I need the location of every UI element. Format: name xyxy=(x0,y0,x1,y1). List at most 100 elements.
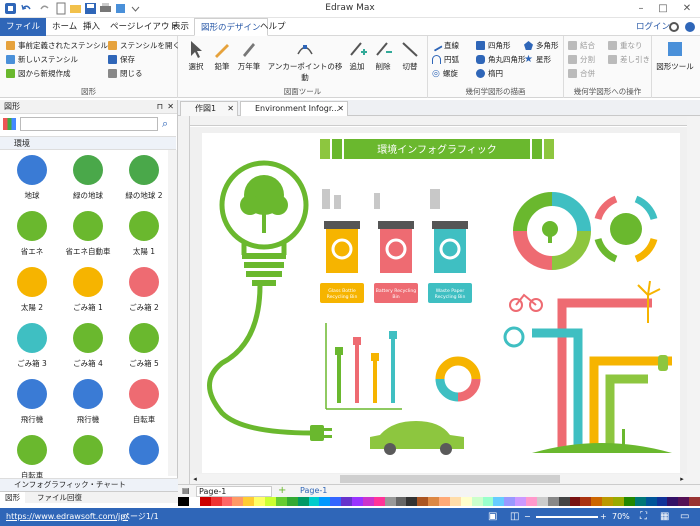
canvas-horizontal-scrollbar[interactable]: ◂ ▸ xyxy=(190,474,687,484)
palette-swatch[interactable] xyxy=(504,497,516,506)
scroll-thumb[interactable] xyxy=(340,475,560,483)
palette-swatch[interactable] xyxy=(384,497,396,506)
palette-swatch[interactable] xyxy=(243,497,255,506)
palette-swatch[interactable] xyxy=(352,497,363,506)
palette-swatch[interactable] xyxy=(558,497,570,506)
page-tab-1[interactable]: Page-1 xyxy=(300,486,327,495)
shape-item[interactable]: 太陽 1 xyxy=(116,208,172,264)
shape-item[interactable]: 自転車 xyxy=(116,376,172,432)
palette-swatch[interactable] xyxy=(362,497,374,506)
palette-swatch[interactable] xyxy=(373,497,385,506)
palette-swatch[interactable] xyxy=(319,497,331,506)
polygon-button[interactable]: 多角形 xyxy=(524,40,559,51)
palette-swatch[interactable] xyxy=(569,497,581,506)
line-button[interactable]: 直線 xyxy=(430,39,459,52)
palette-swatch[interactable] xyxy=(471,497,483,506)
move-anchor-button[interactable]: アンカーポイントの移動 xyxy=(266,39,344,83)
shape-tools-button[interactable]: 図形ツール xyxy=(654,39,696,72)
shape-item[interactable]: 飛行機 xyxy=(60,376,116,432)
spiral-button[interactable]: ◎ 螺旋 xyxy=(432,68,458,79)
canvas-vertical-scrollbar[interactable] xyxy=(687,116,700,484)
combine-button[interactable]: 合併 xyxy=(568,68,595,79)
close-button[interactable]: ✕ xyxy=(676,1,698,17)
palette-swatch[interactable] xyxy=(634,497,646,506)
tab-help[interactable]: ヘルプ xyxy=(254,18,292,36)
ellipse-button[interactable]: 楕円 xyxy=(476,68,503,79)
palette-swatch[interactable] xyxy=(199,497,211,506)
palette-swatch[interactable] xyxy=(482,497,494,506)
palette-swatch[interactable] xyxy=(602,497,613,506)
shape-item[interactable]: 省エネ xyxy=(4,208,60,264)
palette-swatch[interactable] xyxy=(623,497,635,506)
palette-swatch[interactable] xyxy=(210,497,222,506)
category-infographic-chart[interactable]: インフォグラフィック・チャート xyxy=(0,478,178,491)
subtract-button[interactable]: 差し引き xyxy=(608,54,650,65)
palette-swatch[interactable] xyxy=(254,497,265,506)
palette-swatch[interactable] xyxy=(417,497,429,506)
palette-swatch[interactable] xyxy=(613,497,624,506)
view-mode-icon[interactable]: ▦ xyxy=(660,508,669,526)
toggle-anchor-button[interactable]: 切替 xyxy=(396,39,424,72)
library-menu-icon[interactable] xyxy=(3,118,16,130)
shape-item[interactable]: 太陽 2 xyxy=(4,264,60,320)
palette-swatch[interactable] xyxy=(689,497,700,506)
tab-close-icon[interactable]: ✕ xyxy=(337,102,344,116)
website-link[interactable]: https://www.edrawsoft.com/jp/ xyxy=(6,508,128,526)
category-environment[interactable]: 環境 xyxy=(0,136,176,150)
color-palette[interactable] xyxy=(178,497,700,506)
rectangle-button[interactable]: 四角形 xyxy=(476,40,511,51)
palette-swatch[interactable] xyxy=(536,497,548,506)
tab-file[interactable]: ファイル xyxy=(0,18,46,36)
scroll-right-icon[interactable]: ▸ xyxy=(677,474,687,484)
palette-swatch[interactable] xyxy=(526,497,537,506)
palette-swatch[interactable] xyxy=(580,497,592,506)
palette-swatch[interactable] xyxy=(330,497,342,506)
select-tool-button[interactable]: 選択 xyxy=(182,39,210,72)
help-icon[interactable] xyxy=(684,21,696,33)
zoom-out-icon[interactable]: − xyxy=(524,508,531,526)
page-select[interactable]: Page-1 xyxy=(196,486,272,497)
drawing-canvas[interactable]: 環境インフォグラフィック Glass Bottle Recycling Bin Ba… xyxy=(190,127,687,483)
panel-scrollbar[interactable] xyxy=(168,150,177,476)
delete-anchor-button[interactable]: 削除 xyxy=(370,39,396,72)
open-stencil-button[interactable]: ステンシルを開く xyxy=(108,40,180,51)
palette-swatch[interactable] xyxy=(406,497,418,506)
palette-swatch[interactable] xyxy=(515,497,526,506)
settings-icon[interactable] xyxy=(668,21,680,33)
palette-swatch[interactable] xyxy=(547,497,559,506)
shape-item[interactable]: ごみ箱 1 xyxy=(60,264,116,320)
tab-shapes[interactable]: 図形 xyxy=(0,492,25,504)
zoom-slider[interactable] xyxy=(536,516,598,518)
shape-item[interactable]: 地球 xyxy=(4,152,60,208)
palette-swatch[interactable] xyxy=(232,497,244,506)
palette-swatch[interactable] xyxy=(645,497,657,506)
palette-swatch[interactable] xyxy=(460,497,472,506)
zoom-in-icon[interactable]: + xyxy=(600,508,607,526)
palette-swatch[interactable] xyxy=(678,497,690,506)
close-stencil-button[interactable]: 閉じる xyxy=(108,68,143,79)
palette-swatch[interactable] xyxy=(395,497,407,506)
shape-item[interactable]: 省エネ自動車 xyxy=(60,208,116,264)
palette-swatch[interactable] xyxy=(591,497,603,506)
predefined-stencil-button[interactable]: 事前定義されたステンシル xyxy=(6,40,108,51)
doc-tab-environment[interactable]: Environment Infogr... ✕ xyxy=(240,101,348,116)
tab-view[interactable]: 表示 xyxy=(166,18,195,36)
new-stencil-button[interactable]: 新しいステンシル xyxy=(6,54,78,65)
palette-swatch[interactable] xyxy=(341,497,352,506)
palette-swatch[interactable] xyxy=(656,497,668,506)
shape-item[interactable]: 緑の地球 2 xyxy=(116,152,172,208)
palette-swatch[interactable] xyxy=(265,497,276,506)
fit-width-icon[interactable]: ◫ xyxy=(510,508,519,526)
tab-file-recovery[interactable]: ファイル回復 xyxy=(32,492,87,504)
palette-swatch[interactable] xyxy=(428,497,439,506)
palette-swatch[interactable] xyxy=(449,497,461,506)
shape-item[interactable]: ごみ箱 3 xyxy=(4,320,60,376)
palette-swatch[interactable] xyxy=(308,497,320,506)
palette-swatch[interactable] xyxy=(493,497,505,506)
doc-tab-drawing1[interactable]: 作図1 ✕ xyxy=(180,101,238,116)
save-stencil-button[interactable]: 保存 xyxy=(108,54,135,65)
maximize-button[interactable]: □ xyxy=(652,1,674,17)
palette-swatch[interactable] xyxy=(275,497,287,506)
shape-item[interactable]: ごみ箱 4 xyxy=(60,320,116,376)
palette-swatch[interactable] xyxy=(178,497,189,506)
